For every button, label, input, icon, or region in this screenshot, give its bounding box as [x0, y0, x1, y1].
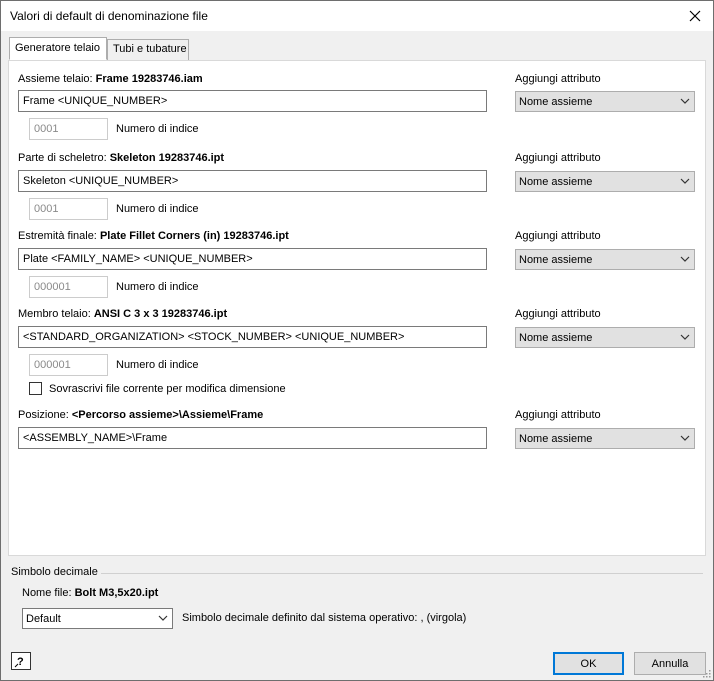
decimal-symbol-select[interactable]: Default — [22, 608, 173, 629]
tab-generatore-telaio[interactable]: Generatore telaio — [9, 37, 107, 60]
chevron-down-icon — [680, 98, 690, 104]
membro-telaio-label: Membro telaio: ANSI C 3 x 3 19283746.ipt — [18, 308, 228, 320]
estremita-finale-value: Plate Fillet Corners (in) 19283746.ipt — [99, 230, 289, 242]
assieme-telaio-attribute-select[interactable]: Nome assieme — [515, 91, 695, 112]
parte-scheletro-pattern-input[interactable]: Skeleton <UNIQUE_NUMBER> — [18, 170, 487, 192]
parte-scheletro-index-input[interactable]: 0001 — [29, 198, 108, 220]
parte-scheletro-value: Skeleton 19283746.ipt — [109, 152, 225, 164]
help-icon: ? — [14, 656, 24, 668]
svg-text:?: ? — [17, 656, 24, 668]
estremita-finale-label: Estremità finale: Plate Fillet Corners (… — [18, 230, 289, 242]
membro-telaio-index-input[interactable]: 000001 — [29, 354, 108, 376]
add-attribute-label: Aggiungi attributo — [515, 152, 601, 164]
chevron-down-icon — [680, 334, 690, 340]
chevron-down-icon — [680, 435, 690, 441]
assieme-telaio-value: Frame 19283746.iam — [95, 73, 203, 85]
close-button[interactable] — [683, 4, 707, 28]
resize-grip-icon[interactable] — [701, 668, 711, 678]
index-label: Numero di indice — [116, 359, 199, 371]
decimal-group-label: Simbolo decimale — [11, 566, 98, 578]
membro-telaio-attribute-select[interactable]: Nome assieme — [515, 327, 695, 348]
estremita-finale-attribute-select[interactable]: Nome assieme — [515, 249, 695, 270]
overwrite-checkbox-label: Sovrascrivi file corrente per modifica d… — [49, 383, 286, 395]
ok-button[interactable]: OK — [553, 652, 624, 675]
add-attribute-label: Aggiungi attributo — [515, 308, 601, 320]
estremita-finale-index-input[interactable]: 000001 — [29, 276, 108, 298]
membro-telaio-value: ANSI C 3 x 3 19283746.ipt — [93, 308, 228, 320]
parte-scheletro-label: Parte di scheletro: Skeleton 19283746.ip… — [18, 152, 225, 164]
title-bar: Valori di default di denominazione file — [1, 1, 713, 31]
chevron-down-icon — [680, 256, 690, 262]
posizione-pattern-input[interactable]: <ASSEMBLY_NAME>\Frame — [18, 427, 487, 449]
assieme-telaio-label: Assieme telaio: Frame 19283746.iam — [18, 73, 203, 85]
index-label: Numero di indice — [116, 281, 199, 293]
index-label: Numero di indice — [116, 203, 199, 215]
membro-telaio-pattern-input[interactable]: <STANDARD_ORGANIZATION> <STOCK_NUMBER> <… — [18, 326, 487, 348]
tab-label: Generatore telaio — [15, 42, 100, 54]
help-button[interactable]: ? — [11, 652, 31, 670]
add-attribute-label: Aggiungi attributo — [515, 409, 601, 421]
close-icon — [689, 10, 701, 22]
add-attribute-label: Aggiungi attributo — [515, 230, 601, 242]
decimal-os-text: Simbolo decimale definito dal sistema op… — [182, 612, 467, 624]
chevron-down-icon — [158, 615, 168, 621]
group-separator — [101, 573, 703, 574]
dialog-window: Valori di default di denominazione file … — [0, 0, 714, 681]
decimal-filename-label: Nome file: Bolt M3,5x20.ipt — [22, 587, 159, 599]
chevron-down-icon — [680, 178, 690, 184]
parte-scheletro-attribute-select[interactable]: Nome assieme — [515, 171, 695, 192]
overwrite-checkbox[interactable] — [29, 382, 42, 395]
tab-tubi-tubature[interactable]: Tubi e tubature — [107, 39, 189, 61]
assieme-telaio-pattern-input[interactable]: Frame <UNIQUE_NUMBER> — [18, 90, 487, 112]
posizione-attribute-select[interactable]: Nome assieme — [515, 428, 695, 449]
assieme-telaio-index-input[interactable]: 0001 — [29, 118, 108, 140]
cancel-button[interactable]: Annulla — [634, 652, 706, 675]
posizione-value: <Percorso assieme>\Assieme\Frame — [71, 409, 264, 421]
add-attribute-label: Aggiungi attributo — [515, 73, 601, 85]
estremita-finale-pattern-input[interactable]: Plate <FAMILY_NAME> <UNIQUE_NUMBER> — [18, 248, 487, 270]
tab-panel: Assieme telaio: Frame 19283746.iam Aggiu… — [8, 60, 706, 556]
index-label: Numero di indice — [116, 123, 199, 135]
decimal-filename-value: Bolt M3,5x20.ipt — [74, 587, 159, 599]
tab-label: Tubi e tubature — [113, 43, 187, 55]
window-title: Valori di default di denominazione file — [10, 9, 208, 23]
posizione-label: Posizione: <Percorso assieme>\Assieme\Fr… — [18, 409, 264, 421]
